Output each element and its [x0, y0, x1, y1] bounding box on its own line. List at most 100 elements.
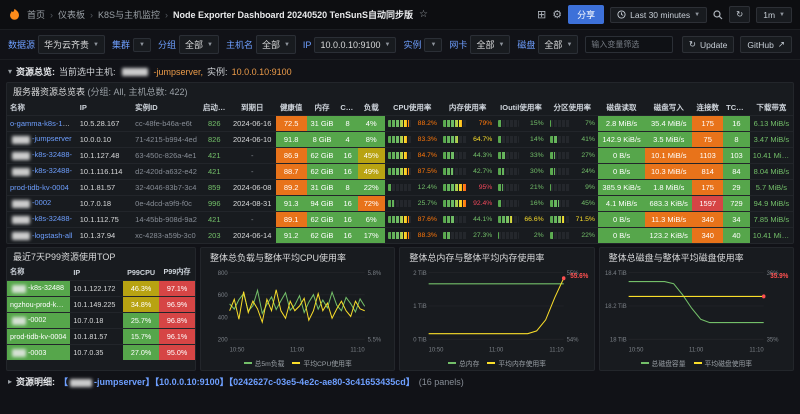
variable-value-dropdown[interactable]: ▼ — [133, 38, 151, 52]
add-panel-icon[interactable]: ⊞ — [537, 8, 546, 21]
settings-gear-icon[interactable]: ⚙ — [552, 8, 562, 21]
host-name-link[interactable]: -0002 — [28, 315, 46, 324]
host-name-link[interactable]: -jumpserver — [32, 134, 72, 143]
column-header[interactable]: P99CPU — [123, 265, 159, 280]
disk-write-cell: 10.1 MiB/s — [645, 147, 692, 163]
legend-item[interactable]: 平均内存使用率 — [487, 358, 546, 368]
breadcrumb-item[interactable]: K8S与主机监控 — [98, 8, 160, 21]
breadcrumb-item[interactable]: 仪表板 — [58, 8, 85, 21]
column-header[interactable]: 到期日 — [229, 100, 276, 115]
gauge-value: 88.2% — [415, 120, 437, 127]
host-name-cell[interactable]: -0002 — [7, 312, 70, 328]
column-header[interactable]: IOutil使用率 — [495, 100, 546, 115]
chart-title[interactable]: 整体总磁盘与整体平均磁盘使用率 — [603, 249, 790, 266]
panel-title-server-table[interactable]: 服务器资源总览表 (分组: All, 主机总数: 422) — [7, 83, 793, 100]
legend-item[interactable]: 平均磁盘使用率 — [694, 358, 753, 368]
column-header[interactable]: CPU使用率 — [385, 100, 440, 115]
row-overview-header[interactable]: ▾ 资源总览: 当前选中主机: -jumpserver, 实例: 10.0.0.… — [6, 64, 794, 79]
variable-value-dropdown[interactable]: 全部▼ — [538, 35, 578, 54]
host-name-link[interactable]: ngzhou-prod-k8s-1 — [10, 300, 70, 309]
variable-value-dropdown[interactable]: 全部▼ — [470, 35, 510, 54]
memory-cell: 62 GiB — [307, 147, 338, 163]
time-range-picker[interactable]: Last 30 minutes ▼ — [610, 7, 707, 23]
column-header[interactable]: 连接数 — [692, 100, 723, 115]
column-header[interactable]: 名称 — [7, 100, 77, 115]
column-header[interactable]: CPU — [337, 100, 358, 115]
legend-item[interactable]: 总磁盘容量 — [641, 358, 686, 368]
legend-swatch — [292, 362, 300, 364]
column-header[interactable]: 健康值 — [276, 100, 307, 115]
legend-item[interactable]: 总5m负载 — [244, 358, 285, 368]
column-header[interactable]: IP — [77, 100, 132, 115]
zoom-out-icon[interactable] — [713, 10, 723, 20]
svg-text:18.4 TiB: 18.4 TiB — [605, 270, 627, 277]
variable-实例: 实例▼ — [403, 38, 442, 52]
variable-filter-input[interactable] — [585, 36, 673, 53]
variable-value-dropdown[interactable]: 10.0.0.10:9100▼ — [314, 37, 396, 53]
column-header[interactable]: 磁盘读取 — [598, 100, 645, 115]
refresh-button[interactable]: ↻ — [729, 6, 750, 23]
lcd-gauge — [498, 152, 518, 159]
chevron-down-icon: ▼ — [779, 12, 785, 18]
column-header[interactable]: 内存使用率 — [440, 100, 495, 115]
column-header[interactable]: 内存 — [307, 100, 338, 115]
lcd-gauge-cell: 21% — [495, 179, 546, 195]
legend-item[interactable]: 总内存 — [448, 358, 479, 368]
variable-value-dropdown[interactable]: 华为云齐贵▼ — [38, 35, 105, 54]
chart-plot-area[interactable]: 18.4 TiB18.2 TiB18 TiB36%35%10:5011:0011… — [603, 266, 790, 357]
column-header[interactable]: 负载 — [358, 100, 385, 115]
column-header[interactable]: 启动时长 — [200, 100, 229, 115]
grafana-logo-icon[interactable] — [8, 8, 21, 21]
chart-plot-area[interactable]: 8006004002005.8%5.5%10:5011:0011:10 — [204, 266, 391, 357]
host-name-link[interactable]: -0003 — [28, 348, 46, 357]
legend-label: 总磁盘容量 — [652, 358, 686, 368]
host-name-link[interactable]: -k8s-32488- — [32, 150, 72, 159]
github-link-button[interactable]: GitHub ↗ — [740, 36, 792, 53]
detail-row-links: 【-jumpserver】【10.0.0.10:9100】【0242627c-0… — [59, 375, 415, 388]
host-name-cell[interactable]: prod-tidb-kv-0004 — [7, 328, 70, 344]
chart-title[interactable]: 整体总内存与整体平均内存使用率 — [403, 249, 590, 266]
cpu-count-cell: 16 — [337, 227, 358, 243]
column-header[interactable]: 名称 — [7, 265, 70, 280]
host-name-link[interactable]: o-gamma-k8s-16235 — [10, 119, 77, 128]
legend-item[interactable]: 平均CPU使用率 — [292, 358, 351, 368]
row-detail-header[interactable]: ▸ 资源明细: 【-jumpserver】【10.0.0.10:9100】【02… — [6, 374, 794, 389]
column-header[interactable]: 下载带宽 — [750, 100, 793, 115]
host-name-link[interactable]: prod-tidb-kv-0004 — [10, 183, 69, 192]
p99-cpu-cell: 46.3% — [123, 280, 159, 296]
host-name-cell[interactable]: -k8s-32488 — [7, 280, 70, 296]
variable-value-dropdown[interactable]: 全部▼ — [179, 35, 219, 54]
update-link-button[interactable]: ↻ Update — [682, 36, 735, 53]
panel-title-p99[interactable]: 最近7天P99资源使用TOP — [7, 248, 195, 265]
favorite-star-icon[interactable]: ☆ — [419, 9, 428, 20]
variable-value-dropdown[interactable]: ▼ — [424, 38, 442, 52]
host-name-link[interactable]: -k8s-32488- — [32, 166, 72, 175]
column-header[interactable]: 分区使用率 — [547, 100, 598, 115]
lcd-gauge-cell: 88.2% — [385, 115, 440, 131]
breadcrumb-item[interactable]: Node Exporter Dashboard 20240520 TenSunS… — [173, 8, 413, 21]
column-header[interactable]: P99内存 — [159, 265, 195, 280]
column-header[interactable]: IP — [70, 265, 123, 280]
column-header[interactable]: 磁盘写入 — [645, 100, 692, 115]
tcp-tw-cell: 8 — [723, 131, 750, 147]
host-name-link[interactable]: prod-tidb-kv-0004 — [10, 332, 66, 341]
refresh-interval-dropdown[interactable]: 1m ▼ — [756, 7, 792, 23]
current-value-label: 55.6% — [571, 273, 589, 280]
chart-plot-area[interactable]: 2 TiB1 TiB0 TiB55%54%10:5011:0011:1055.6… — [403, 266, 590, 357]
host-name-cell[interactable]: -0003 — [7, 344, 70, 360]
host-name-link[interactable]: -k8s-32488 — [28, 283, 64, 292]
breadcrumb-item[interactable]: 首页 — [27, 8, 45, 21]
chevron-down-icon: ▼ — [93, 42, 99, 48]
column-header[interactable]: 实例ID — [132, 100, 200, 115]
host-name-link[interactable]: -0002 — [32, 198, 51, 207]
host-name-link[interactable]: -k8s-32488- — [32, 214, 72, 223]
svg-text:800: 800 — [218, 270, 228, 277]
variable-current-value: 全部 — [185, 38, 203, 51]
column-header[interactable]: TCP_tw — [723, 100, 750, 115]
host-name-link[interactable]: -logstash-all — [32, 231, 72, 240]
share-button[interactable]: 分享 — [568, 5, 604, 24]
host-name-cell[interactable]: ngzhou-prod-k8s-1 — [7, 296, 70, 312]
variable-value-dropdown[interactable]: 全部▼ — [256, 35, 296, 54]
ip-cell: 10.7.0.18 — [77, 195, 132, 211]
chart-title[interactable]: 整体总负载与整体平均CPU使用率 — [204, 249, 391, 266]
